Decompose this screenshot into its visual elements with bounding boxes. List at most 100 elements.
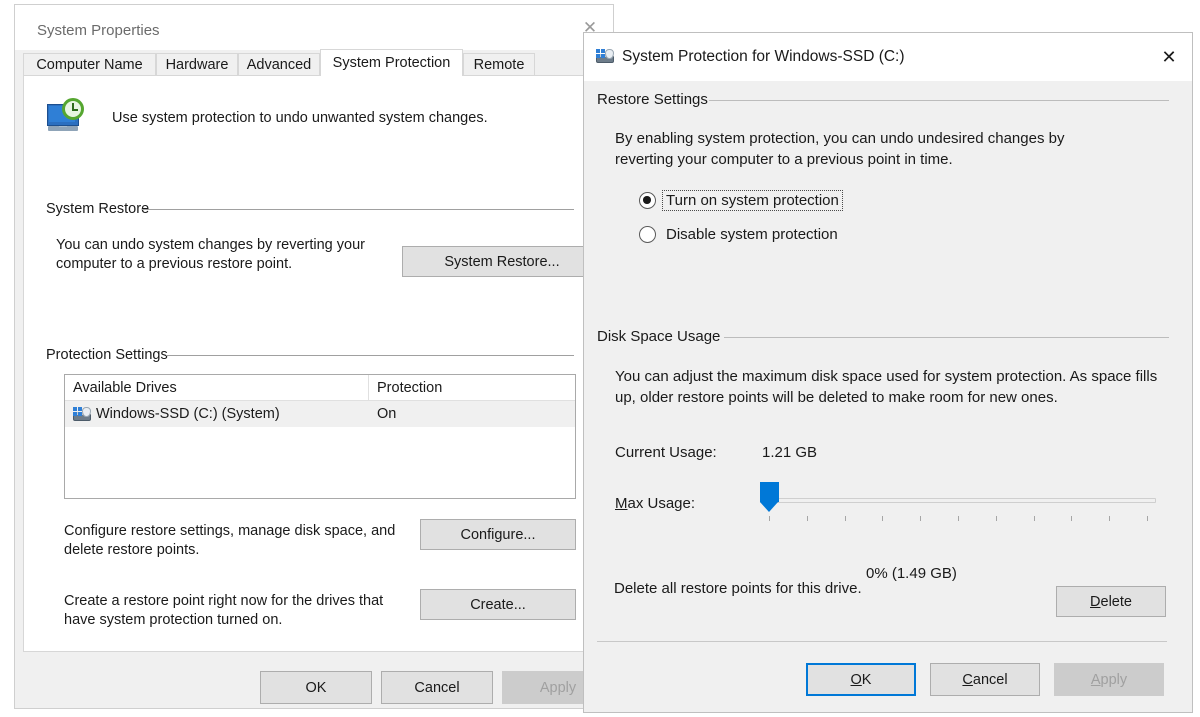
tab-hardware[interactable]: Hardware <box>156 53 238 75</box>
button-label: Cancel <box>414 679 460 696</box>
group-title-protection-settings: Protection Settings <box>46 347 176 363</box>
dialog-cancel-button[interactable]: Cancel <box>930 663 1040 696</box>
slider-tick <box>1147 516 1148 521</box>
button-label: Apply <box>1091 672 1127 688</box>
slider-tick <box>958 516 959 521</box>
slider-tick <box>996 516 997 521</box>
button-label: Apply <box>539 679 577 696</box>
cancel-button[interactable]: Cancel <box>381 671 493 704</box>
slider-tick <box>845 516 846 521</box>
delete-button[interactable]: Delete <box>1056 586 1166 617</box>
configure-button[interactable]: Configure... <box>420 519 576 550</box>
group-divider <box>709 100 1169 101</box>
table-row[interactable]: Windows-SSD (C:) (System) On <box>65 401 575 427</box>
tab-label: Advanced <box>246 56 312 73</box>
radio-label: Turn on system protection <box>662 190 843 211</box>
max-usage-slider[interactable] <box>760 482 1156 512</box>
dialog-title: System Protection for Windows-SSD (C:) <box>622 48 905 65</box>
slider-tick <box>807 516 808 521</box>
tab-strip: Computer Name Hardware Advanced System P… <box>23 49 605 76</box>
radio-label: Disable system protection <box>666 226 838 243</box>
slider-tick <box>882 516 883 521</box>
dialog-apply-button: Apply <box>1054 663 1164 696</box>
system-restore-icon <box>46 98 88 140</box>
group-divider <box>166 355 574 356</box>
group-title-disk-space-usage: Disk Space Usage <box>597 328 731 345</box>
tab-advanced[interactable]: Advanced <box>238 53 320 75</box>
tab-remote[interactable]: Remote <box>463 53 535 75</box>
window-title: System Properties <box>37 22 160 39</box>
create-button[interactable]: Create... <box>420 589 576 620</box>
column-header-available-drives[interactable]: Available Drives <box>65 375 369 400</box>
button-label: System Restore... <box>444 253 560 270</box>
cancel-accel: C <box>962 671 973 688</box>
slider-tick <box>920 516 921 521</box>
group-title-system-restore: System Restore <box>46 201 158 217</box>
radio-button-icon[interactable] <box>639 226 656 243</box>
delete-description: Delete all restore points for this drive… <box>614 580 862 597</box>
list-header: Available Drives Protection <box>65 375 575 401</box>
column-header-protection[interactable]: Protection <box>369 375 575 400</box>
radio-disable-system-protection[interactable]: Disable system protection <box>639 225 841 244</box>
button-label: OK <box>305 679 327 696</box>
slider-ticks <box>760 516 1156 522</box>
disk-space-description: You can adjust the maximum disk space us… <box>615 368 1158 406</box>
tab-label: Hardware <box>165 56 229 73</box>
drive-icon <box>73 406 92 422</box>
slider-rail[interactable] <box>760 498 1156 503</box>
apply-rest: pply <box>1100 671 1128 688</box>
current-usage-label: Current Usage: <box>615 444 717 461</box>
close-icon[interactable]: ✕ <box>1146 33 1192 81</box>
slider-tick <box>1071 516 1072 521</box>
max-usage-label: Max Usage: <box>615 493 695 514</box>
ok-accel: O <box>850 671 862 688</box>
tab-label: System Protection <box>332 55 451 71</box>
window-titlebar: System Properties ✕ <box>15 5 613 50</box>
button-label: Cancel <box>962 672 1007 688</box>
tab-label: Remote <box>473 56 525 73</box>
create-description: Create a restore point right now for the… <box>64 593 384 628</box>
apply-accel: A <box>1090 671 1101 688</box>
ok-button[interactable]: OK <box>260 671 372 704</box>
group-divider <box>142 209 574 210</box>
current-usage-value: 1.21 GB <box>762 444 818 461</box>
group-divider <box>724 337 1169 338</box>
system-restore-button[interactable]: System Restore... <box>402 246 602 277</box>
dialog-ok-button[interactable]: OK <box>806 663 916 696</box>
page-header-text: Use system protection to undo unwanted s… <box>112 110 488 126</box>
button-label: Configure... <box>460 526 536 543</box>
cancel-rest: ancel <box>972 671 1008 688</box>
button-label: Create... <box>470 596 526 613</box>
tab-system-protection[interactable]: System Protection <box>320 49 463 76</box>
ok-rest: K <box>861 671 872 688</box>
restore-settings-description: By enabling system protection, you can u… <box>615 130 1065 168</box>
tab-page-system-protection: Use system protection to undo unwanted s… <box>23 75 603 652</box>
radio-turn-on-system-protection[interactable]: Turn on system protection <box>639 190 843 211</box>
delete-accel: D <box>1090 593 1101 610</box>
radio-button-icon[interactable] <box>639 192 656 209</box>
drives-list[interactable]: Available Drives Protection Windows-SSD … <box>64 374 576 499</box>
dialog-titlebar: System Protection for Windows-SSD (C:) ✕ <box>584 33 1192 81</box>
slider-thumb[interactable] <box>760 482 779 512</box>
button-label: OK <box>851 672 872 688</box>
slider-tick <box>769 516 770 521</box>
drive-icon <box>596 49 615 64</box>
configure-description: Configure restore settings, manage disk … <box>64 523 396 558</box>
cell-drive: Windows-SSD (C:) (System) <box>65 406 369 422</box>
slider-tick <box>1034 516 1035 521</box>
footer-divider <box>597 641 1167 642</box>
cell-protection: On <box>377 406 397 422</box>
drive-label: Windows-SSD (C:) (System) <box>96 406 280 422</box>
system-properties-window: System Properties ✕ Computer Name Hardwa… <box>14 4 614 709</box>
tab-computer-name[interactable]: Computer Name <box>23 53 156 75</box>
button-label: Delete <box>1090 594 1132 610</box>
max-usage-accel: M <box>615 495 628 512</box>
slider-tick <box>1109 516 1110 521</box>
tab-label: Computer Name <box>36 56 143 73</box>
max-usage-label-rest: ax Usage: <box>627 495 696 512</box>
page-header: Use system protection to undo unwanted s… <box>46 98 488 140</box>
system-restore-description: You can undo system changes by reverting… <box>56 237 365 272</box>
group-title-restore-settings: Restore Settings <box>597 91 718 108</box>
delete-rest: elete <box>1100 593 1132 610</box>
slider-value-text: 0% (1.49 GB) <box>866 565 957 582</box>
